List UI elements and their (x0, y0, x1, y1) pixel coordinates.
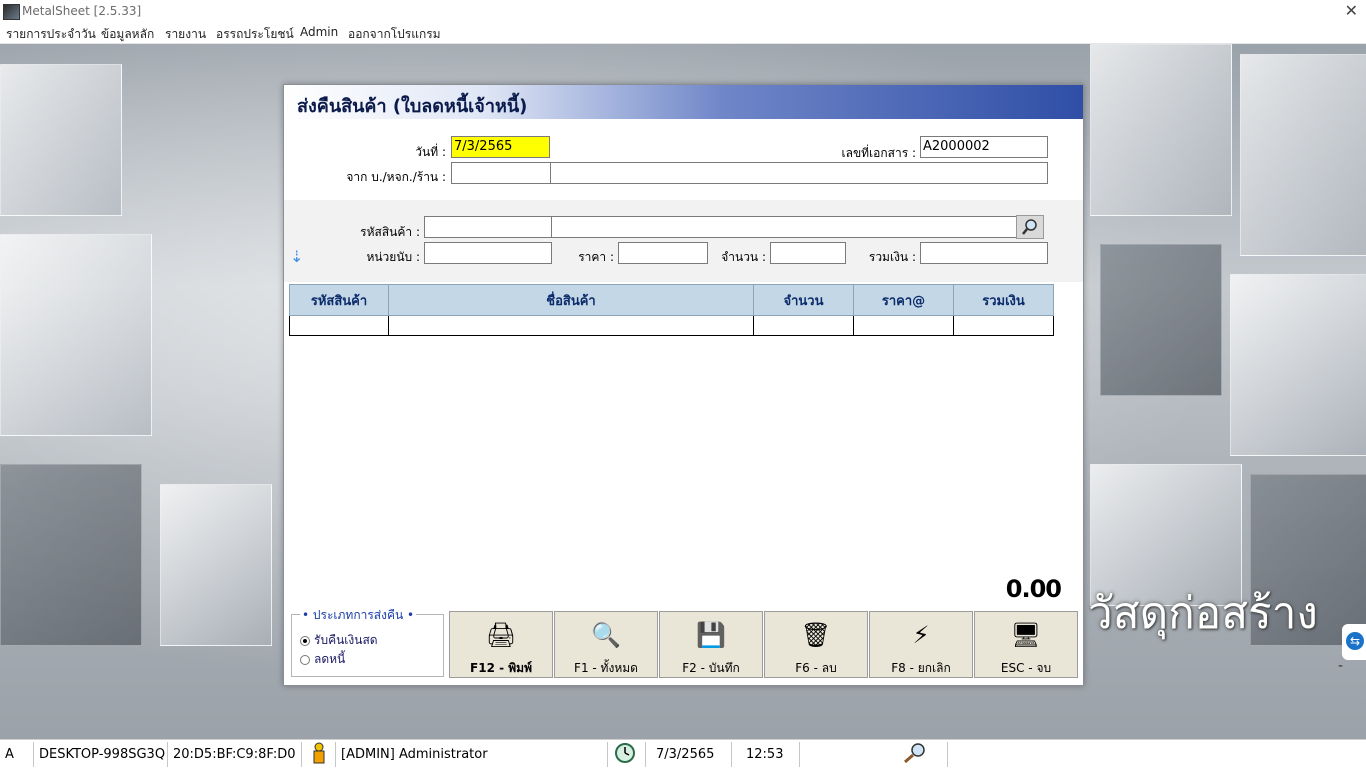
dialog-header: ส่งคืนสินค้า (ใบลดหนี้เจ้าหนี้) (284, 85, 1083, 119)
column-header-price[interactable]: ราคา@ (853, 284, 954, 316)
table-cell[interactable] (953, 315, 1054, 336)
bg-cube (160, 484, 272, 646)
return-type-legend: • ประเภทการส่งคืน • (300, 606, 417, 625)
grand-total: 0.00 (1005, 575, 1062, 603)
return-goods-dialog: ส่งคืนสินค้า (ใบลดหนี้เจ้าหนี้) วันที่ :… (283, 84, 1084, 686)
clock-icon (608, 742, 646, 767)
product-code-field[interactable] (424, 216, 552, 238)
dialog-title: ส่งคืนสินค้า (ใบลดหนี้เจ้าหนี้) (297, 96, 528, 117)
printer-icon: 🖨 (485, 621, 517, 649)
bg-cube (1240, 54, 1366, 256)
menu-exit[interactable]: ออกจากโปรแกรม (348, 25, 441, 44)
table-cell[interactable] (388, 315, 754, 336)
down-arrow-icon[interactable]: ⇣ (290, 249, 303, 265)
user-icon (302, 742, 336, 767)
bg-cube (1090, 44, 1232, 216)
radio-debit-reduce[interactable]: ลดหนี้ (300, 650, 345, 669)
lightning-icon: ⚡ (912, 621, 930, 649)
status-date: 7/3/2565 (646, 742, 732, 767)
app-icon (3, 4, 20, 20)
status-mac-address: 20:D5:BF:C9:8F:D0 (168, 742, 302, 767)
button-label: F12 - พิมพ์ (470, 661, 532, 675)
status-computer-name: DESKTOP-998SG3Q (34, 742, 168, 767)
save-button[interactable]: 💾 F2 - บันทึก (659, 611, 763, 678)
table-row[interactable] (289, 315, 1054, 336)
date-field[interactable]: 7/3/2565 (451, 136, 550, 158)
status-time: 12:53 (732, 742, 800, 767)
radio-label: ลดหนี้ (314, 652, 346, 666)
delete-button[interactable]: 🗑 F6 - ลบ (764, 611, 868, 678)
qty-label: จำนวน : (721, 250, 766, 264)
column-header-qty[interactable]: จำนวน (753, 284, 854, 316)
button-label: F8 - ยกเลิก (891, 661, 951, 675)
status-bar: A DESKTOP-998SG3Q 20:D5:BF:C9:8F:D0 [ADM… (0, 739, 1366, 769)
radio-cash-refund[interactable]: รับคืนเงินสด (300, 631, 378, 650)
close-icon[interactable]: ✕ (1345, 1, 1358, 20)
button-label: F6 - ลบ (795, 661, 837, 675)
magnifier-icon: 🔍 (591, 621, 621, 649)
unit-label: หน่วยนับ : (366, 250, 420, 264)
bg-cube (0, 64, 122, 216)
menu-utilities[interactable]: อรรถประโยชน์ (216, 25, 294, 44)
date-label: วันที่ : (415, 145, 446, 159)
bg-cube (0, 464, 142, 646)
cancel-button[interactable]: ⚡ F8 - ยกเลิก (869, 611, 973, 678)
return-type-group: • ประเภทการส่งคืน • รับคืนเงินสด ลดหนี้ (291, 606, 444, 677)
radio-label: รับคืนเงินสด (314, 633, 378, 647)
product-code-label: รหัสสินค้า : (360, 225, 420, 239)
trash-icon: 🗑 (800, 621, 832, 649)
from-name-field[interactable] (550, 162, 1048, 184)
items-table: รหัสสินค้า ชื่อสินค้า จำนวน ราคา@ รวมเงิ… (289, 284, 1054, 336)
table-cell[interactable] (753, 315, 854, 336)
column-header-name[interactable]: ชื่อสินค้า (388, 284, 754, 316)
menu-reports[interactable]: รายงาน (165, 25, 206, 44)
magnifier-icon (1022, 219, 1037, 235)
window-title: MetalSheet [2.5.33] (22, 4, 142, 18)
bg-cube (0, 234, 152, 436)
search-icon[interactable] (800, 742, 948, 767)
teamviewer-icon[interactable]: ⇆ (1342, 624, 1366, 660)
doc-no-field[interactable]: A2000002 (920, 136, 1048, 158)
sum-field[interactable] (920, 242, 1048, 264)
price-label: ราคา : (578, 250, 614, 264)
button-label: F2 - บันทึก (682, 661, 740, 675)
radio-indicator[interactable] (300, 635, 310, 646)
qty-field[interactable] (770, 242, 846, 264)
menu-master-data[interactable]: ข้อมูลหลัก (101, 25, 154, 44)
bg-cube (1230, 274, 1366, 456)
from-code-field[interactable] (451, 162, 551, 184)
print-button[interactable]: 🖨 F12 - พิมพ์ (449, 611, 553, 678)
table-cell[interactable] (289, 315, 389, 336)
column-header-sum[interactable]: รวมเงิน (953, 284, 1054, 316)
bg-cube (1100, 244, 1222, 396)
product-name-field[interactable] (551, 216, 1017, 238)
button-label: ESC - จบ (1000, 661, 1052, 675)
minimize-dash: - (1338, 658, 1344, 674)
sum-label: รวมเงิน : (868, 250, 916, 264)
button-label: F1 - ทั้งหมด (574, 661, 638, 675)
radio-indicator[interactable] (300, 654, 310, 665)
column-header-code[interactable]: รหัสสินค้า (289, 284, 389, 316)
table-cell[interactable] (853, 315, 954, 336)
search-button[interactable] (1016, 215, 1044, 239)
menu-bar: รายการประจำวัน ข้อมูลหลัก รายงาน อรรถประ… (0, 22, 1366, 44)
doc-no-label: เลขที่เอกสาร : (841, 146, 916, 160)
from-label: จาก บ./หจก./ร้าน : (346, 170, 446, 184)
unit-field[interactable] (424, 242, 552, 264)
price-field[interactable] (618, 242, 708, 264)
floppy-disk-icon: 💾 (696, 621, 726, 649)
status-mode: A (0, 742, 34, 767)
monitor-icon: 🖥 (1010, 621, 1042, 649)
menu-admin[interactable]: Admin (300, 25, 338, 39)
brand-text: วัสดุก่อสร้าง (1088, 588, 1318, 639)
menu-daily[interactable]: รายการประจำวัน (6, 25, 96, 44)
title-bar: MetalSheet [2.5.33] ✕ (0, 0, 1366, 22)
status-user: [ADMIN] Administrator (336, 742, 608, 767)
show-all-button[interactable]: 🔍 F1 - ทั้งหมด (554, 611, 658, 678)
exit-button[interactable]: 🖥 ESC - จบ (974, 611, 1078, 678)
